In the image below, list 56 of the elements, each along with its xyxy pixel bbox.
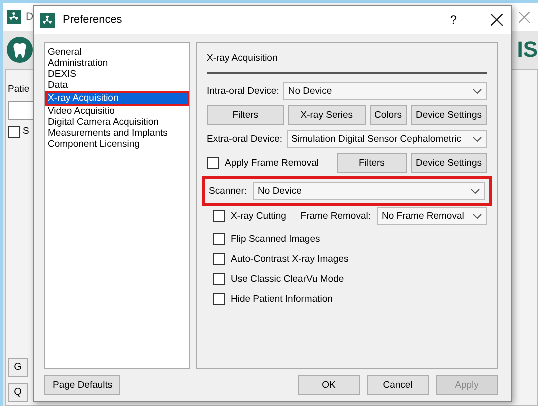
checkbox-label: Auto-Contrast X-ray Images — [231, 254, 349, 265]
section-title: X-ray Acquisition — [207, 53, 278, 64]
chevron-icon — [473, 88, 482, 94]
dialog-button[interactable]: Cancel — [367, 375, 429, 396]
list-item[interactable]: Digital Camera Acquisition — [47, 117, 187, 128]
list-item[interactable]: Video Acquisitio — [47, 106, 187, 118]
close-icon[interactable] — [491, 14, 503, 26]
action-button[interactable]: X-ray Series — [288, 105, 366, 126]
field-label: Frame Removal: — [300, 210, 371, 222]
dialog-title: Preferences — [63, 14, 124, 26]
checkbox[interactable] — [213, 293, 225, 306]
list-item[interactable]: Component Licensing — [47, 139, 187, 150]
list-item[interactable]: General — [47, 47, 187, 58]
field-label: Extra-oral Device: — [207, 134, 282, 145]
checkbox-label: Apply Frame Removal — [225, 158, 319, 169]
toolbar-button[interactable]: Q — [8, 383, 28, 402]
checkbox-label: S — [23, 126, 30, 137]
field-label: Scanner: — [209, 186, 248, 197]
dropdown[interactable]: No Device — [283, 82, 487, 100]
dialog-button[interactable]: OK — [298, 375, 360, 396]
dropdown[interactable]: No Device — [253, 182, 485, 200]
list-item[interactable]: Measurements and Implants — [47, 128, 187, 140]
checkbox-label: Use Classic ClearVu Mode — [231, 274, 344, 285]
help-button[interactable]: ? — [450, 13, 457, 28]
checkbox[interactable] — [213, 273, 225, 286]
checkbox[interactable] — [213, 233, 225, 246]
field-label: Patie — [8, 84, 30, 95]
checkbox-label: Hide Patient Information — [231, 294, 333, 305]
page-defaults-button[interactable]: Page Defaults — [44, 375, 120, 396]
checkbox[interactable] — [207, 157, 219, 170]
list-item[interactable]: DEXIS — [47, 69, 187, 80]
action-button[interactable]: Device Settings — [410, 153, 487, 174]
chevron-icon — [473, 214, 482, 219]
chevron-icon — [471, 188, 480, 194]
tooth-logo-icon — [6, 36, 34, 64]
list-item[interactable]: Administration — [47, 58, 187, 70]
radiation-icon — [40, 12, 55, 28]
action-button[interactable]: Device Settings — [410, 105, 487, 126]
checkbox[interactable] — [8, 126, 20, 138]
window-title: D — [26, 11, 34, 23]
field-label: Intra-oral Device: — [207, 86, 280, 97]
logo-text: IS — [517, 37, 538, 63]
action-button[interactable]: Filters — [336, 153, 407, 174]
toolbar-button[interactable]: G — [8, 358, 28, 377]
action-button[interactable]: Colors — [370, 105, 407, 126]
radiation-icon — [7, 10, 21, 24]
dropdown[interactable]: Simulation Digital Sensor Cephalometric — [286, 130, 487, 148]
checkbox[interactable] — [213, 210, 225, 222]
chevron-icon — [473, 136, 482, 142]
list-item[interactable]: Data — [47, 80, 187, 92]
checkbox[interactable] — [213, 253, 225, 266]
checkbox-label: X-ray Cutting — [231, 210, 286, 222]
action-button[interactable]: Filters — [207, 105, 284, 126]
list-item[interactable]: X-ray Acquisition — [45, 91, 189, 106]
checkbox-label: Flip Scanned Images — [231, 234, 320, 245]
dropdown[interactable]: No Frame Removal — [377, 207, 487, 226]
